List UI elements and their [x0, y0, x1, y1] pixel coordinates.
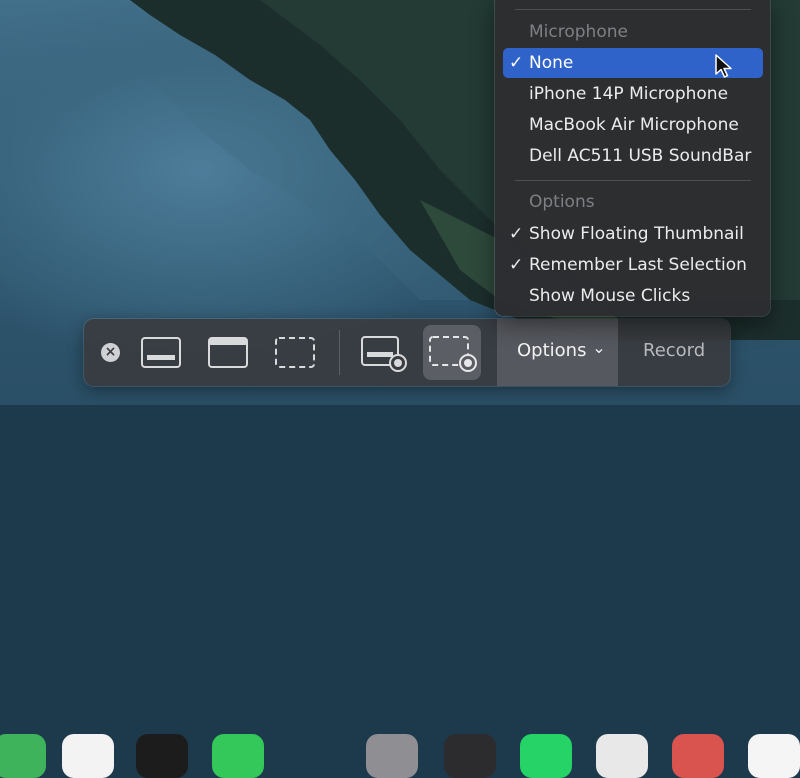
system-settings-icon[interactable]	[366, 734, 418, 778]
toolbar-divider	[339, 330, 340, 375]
mouse-pointer-icon	[715, 54, 732, 78]
facetime-icon[interactable]	[212, 734, 264, 778]
menu-separator	[515, 180, 751, 181]
spotify-icon[interactable]	[136, 734, 188, 778]
menu-item-macbook-microphone[interactable]: MacBook Air Microphone	[529, 115, 739, 135]
capture-window-icon	[208, 337, 248, 368]
capture-entire-screen-icon	[141, 337, 181, 368]
finder-icon[interactable]	[0, 734, 46, 778]
capture-selection-icon	[275, 337, 315, 368]
menu-item-show-floating-thumbnail[interactable]: Show Floating Thumbnail	[529, 224, 744, 244]
menu-header-options: Options	[529, 192, 595, 212]
chrome-icon[interactable]	[596, 734, 648, 778]
menu-item-none[interactable]: None	[529, 53, 573, 73]
record-selection-icon	[429, 336, 477, 372]
vscode-icon[interactable]	[748, 734, 800, 778]
menu-header-microphone: Microphone	[529, 22, 628, 42]
capture-selection-button[interactable]	[266, 325, 324, 380]
close-icon[interactable]: ×	[101, 343, 120, 362]
record-entire-screen-button[interactable]	[354, 325, 412, 380]
capture-entire-screen-button[interactable]	[132, 325, 190, 380]
checkmark-icon: ✓	[509, 255, 524, 275]
menu-item-remember-last-selection[interactable]: Remember Last Selection	[529, 255, 747, 275]
menu-item-show-mouse-clicks[interactable]: Show Mouse Clicks	[529, 286, 690, 306]
calculator-icon[interactable]	[444, 734, 496, 778]
options-label-text: Options	[517, 340, 587, 361]
options-button-label: Options ⌄	[517, 338, 606, 361]
chevron-down-icon: ⌄	[592, 338, 606, 357]
menu-separator	[515, 9, 751, 10]
checkmark-icon: ✓	[509, 224, 524, 244]
checkmark-icon: ✓	[509, 53, 524, 73]
record-selection-button[interactable]	[423, 325, 481, 380]
record-button[interactable]: Record	[643, 340, 705, 361]
record-entire-screen-icon	[361, 336, 407, 372]
whatsapp-icon[interactable]	[520, 734, 572, 778]
menu-item-dell-soundbar[interactable]: Dell AC511 USB SoundBar	[529, 146, 751, 166]
app-icon[interactable]	[672, 734, 724, 778]
capture-window-button[interactable]	[199, 325, 257, 380]
menu-item-iphone-microphone[interactable]: iPhone 14P Microphone	[529, 84, 728, 104]
photos-icon[interactable]	[62, 734, 114, 778]
